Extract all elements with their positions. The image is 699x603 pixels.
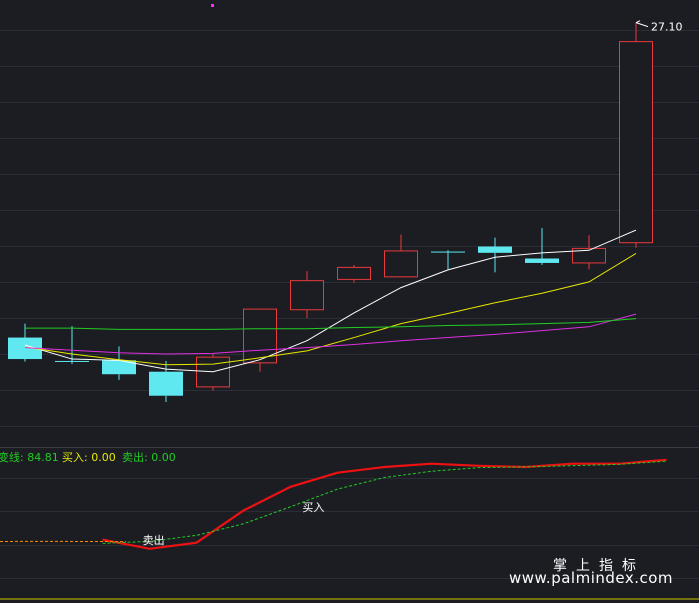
legend-buy-value: 买入: 0.00 [62,451,116,464]
moving-average-line [24,229,637,373]
indicator-annotations: 卖出 买入 [143,501,325,547]
top-marker [211,4,214,7]
legend-line-value: 变线: 84.81 [0,450,59,464]
moving-average-line [24,313,637,355]
indicator-line [102,458,667,550]
candle-body [290,280,324,311]
watermark-url: www.palmindex.com [509,569,674,587]
high-price-marker: 27.10 [635,20,683,34]
moving-average-line [25,318,637,330]
high-price-label: 27.10 [651,21,683,34]
high-price-pointer [635,22,649,28]
legend-sell-value: 卖出: 0.00 [122,450,176,464]
indicator-lines [0,458,667,550]
candle-body [525,258,559,263]
sell-signal-label: 卖出 [143,533,165,547]
moving-average-lines [24,229,637,373]
candle-body [478,246,512,253]
high-price-pointer [635,20,641,24]
candle-body [55,360,89,362]
moving-average-line [24,253,637,366]
candle-body [337,266,371,280]
buy-signal-label: 买入 [302,501,324,514]
candlestick-series [8,22,653,403]
candle-body [149,371,183,396]
indicator-line [102,460,667,544]
candle-body [619,41,653,244]
indicator-legend: 变线: 84.81 买入: 0.00 卖出: 0.00 [0,450,176,464]
candle-body [384,250,418,278]
candle-body [431,251,465,253]
stock-chart: 27.10 变线: 84.81 买入: 0.00 卖出: 0.00 卖出 买入 [0,4,699,600]
